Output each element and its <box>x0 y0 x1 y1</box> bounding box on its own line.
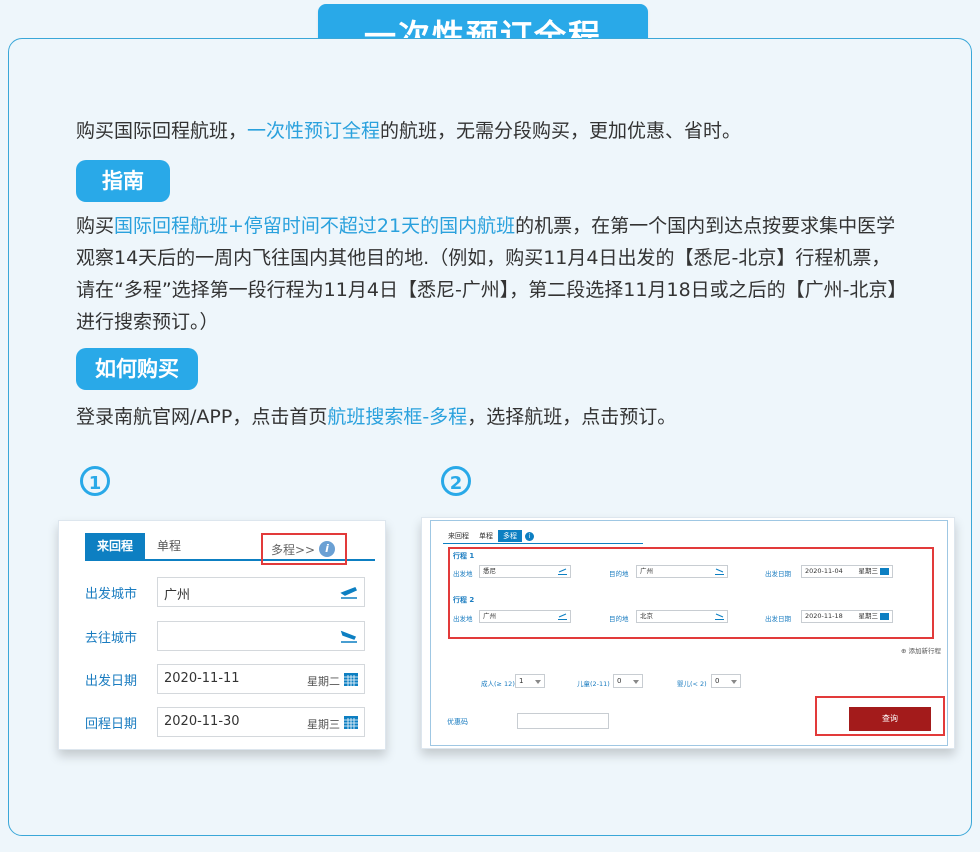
add-trip-link[interactable]: ⊕ 添加新行程 <box>901 645 941 655</box>
tab-oneway-small[interactable]: 单程 <box>474 530 498 542</box>
return-date-value: 2020-11-30 <box>164 714 240 729</box>
trip-tabs-small: 来回程 单程 多程 i <box>443 530 534 542</box>
return-weekday: 星期三 <box>307 718 340 731</box>
destination-city-label: 去往城市 <box>85 631 138 646</box>
howto-badge: 如何购买 <box>76 348 198 390</box>
chevron-down-icon <box>633 680 639 684</box>
segments-highlight <box>448 547 934 639</box>
segment-1-date-input[interactable]: 2020-11-04 星期三 <box>801 565 893 578</box>
tab-roundtrip-small[interactable]: 来回程 <box>443 530 474 542</box>
segment-1-title: 行程 1 <box>453 552 475 560</box>
destination-city-row: 去往城市 <box>85 621 367 651</box>
calendar-icon[interactable] <box>344 673 358 686</box>
segment-2-date-input[interactable]: 2020-11-18 星期三 <box>801 610 893 623</box>
calendar-icon[interactable] <box>344 716 358 729</box>
child-select[interactable]: 0 <box>613 674 643 688</box>
calendar-icon[interactable] <box>880 568 889 575</box>
segment-2-from-input[interactable]: 广州 <box>479 610 571 623</box>
child-label: 儿童(2-11) <box>577 680 610 688</box>
segment-1-from-value: 悉尼 <box>483 567 496 575</box>
segment-1-from-input[interactable]: 悉尼 <box>479 565 571 578</box>
chevron-down-icon <box>535 680 541 684</box>
segment-1-to-input[interactable]: 广州 <box>636 565 728 578</box>
segment-2-weekday: 星期三 <box>858 612 879 620</box>
departure-date-input[interactable]: 2020-11-11 星期二 <box>157 664 365 694</box>
return-date-row: 回程日期 2020-11-30 星期三 <box>85 707 367 737</box>
promo-code-input[interactable] <box>517 713 609 729</box>
adult-select[interactable]: 1 <box>515 674 545 688</box>
plane-landing-icon <box>715 613 724 620</box>
segment-1-date-label: 出发日期 <box>765 570 791 578</box>
howto-pre: 登录南航官网/APP，点击首页 <box>76 406 328 428</box>
promo-code-label: 优惠码 <box>447 718 468 726</box>
howto-text: 登录南航官网/APP，点击首页航班搜索框-多程，选择航班，点击预订。 <box>76 401 906 433</box>
step-two-marker: 2 <box>441 466 471 496</box>
infant-label: 婴儿(< 2) <box>677 680 707 688</box>
screenshot-roundtrip-form: 来回程 单程 多程>> i 出发城市 广州 去往城市 出发日期 2020-11-… <box>58 520 386 750</box>
info-icon[interactable]: i <box>319 541 335 557</box>
howto-highlight: 航班搜索框-多程 <box>327 406 468 428</box>
intro-post: 的航班，无需分段购买，更加优惠、省时。 <box>380 120 742 142</box>
plane-takeoff-icon <box>340 587 358 599</box>
departure-date-row: 出发日期 2020-11-11 星期二 <box>85 664 367 694</box>
segment-2-from-label: 出发地 <box>453 615 473 623</box>
multi-trip-highlight[interactable]: 多程>> i <box>261 533 347 565</box>
tab-underline-small <box>443 543 643 544</box>
tab-roundtrip[interactable]: 来回程 <box>85 533 146 559</box>
child-value: 0 <box>617 677 622 685</box>
info-icon[interactable]: i <box>525 531 534 541</box>
multitrip-panel: 来回程 单程 多程 i 行程 1 出发地 悉尼 目的地 广州 出发日期 2020… <box>430 520 948 746</box>
segment-2-title: 行程 2 <box>453 596 475 604</box>
adult-value: 1 <box>519 677 524 685</box>
tab-multi[interactable]: 多程>> <box>271 541 315 558</box>
segment-2-from-value: 广州 <box>483 612 496 620</box>
segment-1-to-value: 广州 <box>640 567 653 575</box>
infant-value: 0 <box>715 677 720 685</box>
chevron-down-icon <box>731 680 737 684</box>
guide-text: 购买国际回程航班+停留时间不超过21天的国内航班的机票，在第一个国内到达点按要求… <box>76 210 906 338</box>
screenshot-multitrip-form: 来回程 单程 多程 i 行程 1 出发地 悉尼 目的地 广州 出发日期 2020… <box>421 517 955 749</box>
calendar-icon[interactable] <box>880 613 889 620</box>
departure-weekday: 星期二 <box>307 675 340 688</box>
departure-date-label: 出发日期 <box>85 674 138 689</box>
segment-2-date-value: 2020-11-18 <box>805 612 843 620</box>
search-button[interactable]: 查询 <box>849 707 931 731</box>
plane-takeoff-icon <box>558 568 567 575</box>
plane-landing-icon <box>715 568 724 575</box>
segment-1-date-value: 2020-11-04 <box>805 567 843 575</box>
intro-text: 购买国际回程航班，一次性预订全程的航班，无需分段购买，更加优惠、省时。 <box>76 115 906 147</box>
guide-badge: 指南 <box>76 160 170 202</box>
destination-city-input[interactable] <box>157 621 365 651</box>
step-one-marker: 1 <box>80 466 110 496</box>
infant-select[interactable]: 0 <box>711 674 741 688</box>
return-date-input[interactable]: 2020-11-30 星期三 <box>157 707 365 737</box>
departure-city-value: 广州 <box>164 588 191 603</box>
return-date-label: 回程日期 <box>85 717 138 732</box>
plane-takeoff-icon <box>558 613 567 620</box>
segment-2-to-input[interactable]: 北京 <box>636 610 728 623</box>
segment-2-to-value: 北京 <box>640 612 653 620</box>
adult-label: 成人(≥ 12) <box>481 680 515 688</box>
intro-pre: 购买国际回程航班， <box>76 120 248 142</box>
tab-oneway[interactable]: 单程 <box>145 533 193 559</box>
departure-city-row: 出发城市 广州 <box>85 577 367 607</box>
segment-2-date-label: 出发日期 <box>765 615 791 623</box>
segment-1-to-label: 目的地 <box>609 570 629 578</box>
departure-city-input[interactable]: 广州 <box>157 577 365 607</box>
segment-1-from-label: 出发地 <box>453 570 473 578</box>
guide-highlight: 国际回程航班+停留时间不超过21天的国内航班 <box>114 215 516 237</box>
plane-landing-icon <box>340 630 357 643</box>
departure-date-value: 2020-11-11 <box>164 671 240 686</box>
howto-post: ，选择航班，点击预订。 <box>467 406 677 428</box>
segment-1-weekday: 星期三 <box>858 567 879 575</box>
segment-2-to-label: 目的地 <box>609 615 629 623</box>
guide-pre: 购买 <box>76 215 115 237</box>
tab-multi-small[interactable]: 多程 <box>498 530 522 542</box>
departure-city-label: 出发城市 <box>85 587 138 602</box>
intro-highlight: 一次性预订全程 <box>247 120 381 142</box>
